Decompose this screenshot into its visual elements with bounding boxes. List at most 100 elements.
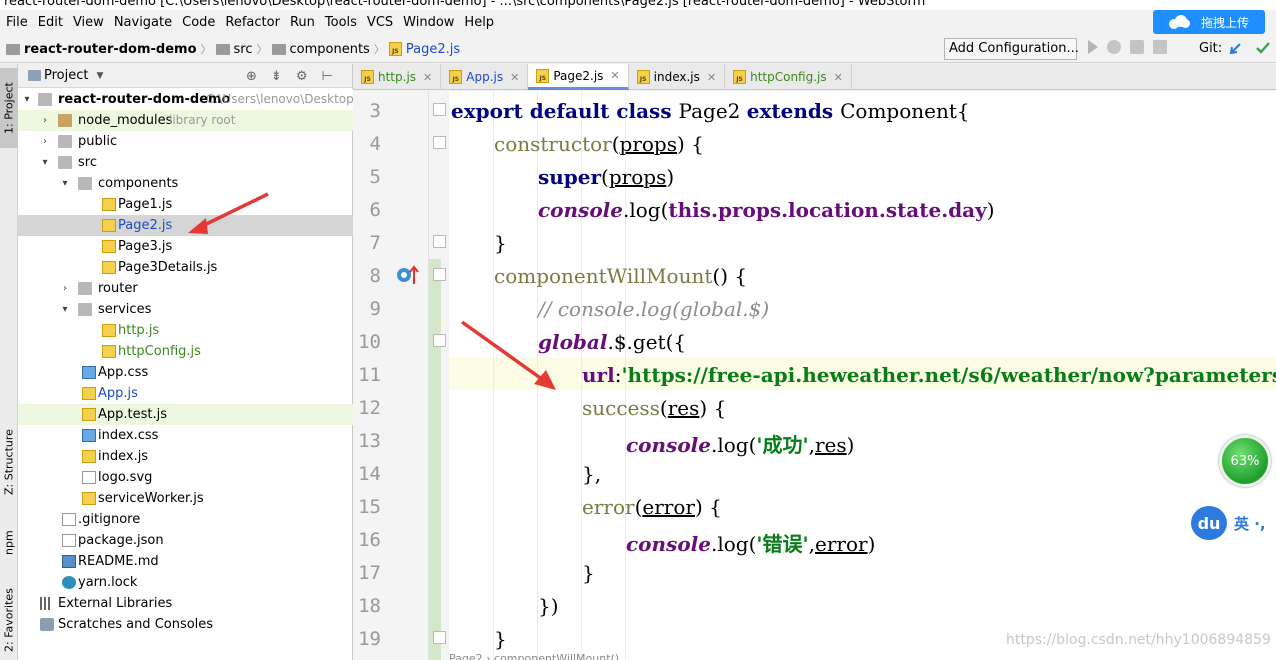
menu-edit[interactable]: Edit: [34, 10, 69, 36]
tree-item[interactable]: › public: [18, 131, 353, 152]
project-tool-tab[interactable]: 1: Project: [0, 68, 18, 148]
tree-item[interactable]: Page3Details.js: [18, 257, 353, 278]
tab-index-js[interactable]: JS index.js ✕: [629, 64, 726, 90]
fold-marker[interactable]: [433, 334, 446, 347]
collapse-all-icon[interactable]: ⇟: [271, 69, 282, 84]
menu-code[interactable]: Code: [178, 10, 221, 36]
line-number: 14: [358, 463, 381, 485]
tree-item[interactable]: App.test.js: [18, 404, 353, 425]
window-title: react-router-dom-demo [C:\Users\lenovo\D…: [4, 0, 926, 9]
run-icon[interactable]: [1088, 40, 1098, 54]
json-file-icon: [62, 534, 76, 547]
tree-root[interactable]: ▾ react-router-dom-demo C:\Users\lenovo\…: [18, 89, 354, 110]
tree-item[interactable]: › router: [18, 278, 353, 299]
menu-tools[interactable]: Tools: [321, 10, 363, 36]
baidu-ime-icon[interactable]: du: [1191, 506, 1227, 540]
gear-icon[interactable]: ⚙: [296, 69, 308, 84]
tree-item[interactable]: ▾ services: [18, 299, 353, 320]
tree-item[interactable]: › node_modules library root: [18, 110, 353, 131]
close-icon[interactable]: ✕: [423, 71, 432, 84]
expanded-arrow-icon[interactable]: ▾: [40, 152, 50, 173]
chevron-down-icon[interactable]: ▼: [96, 71, 103, 81]
debug-icon[interactable]: [1107, 40, 1121, 54]
change-marker: [429, 259, 441, 660]
structure-tool-tab[interactable]: Z: Structure: [0, 420, 18, 504]
breadcrumb-project[interactable]: react-router-dom-demo: [24, 42, 197, 57]
tree-item[interactable]: logo.svg: [18, 467, 353, 488]
folder-icon: [58, 156, 72, 169]
tree-item[interactable]: index.js: [18, 446, 353, 467]
line-number: 9: [369, 298, 381, 320]
code-line-13: console.log('成功',res): [626, 433, 855, 457]
npm-tool-tab[interactable]: npm: [0, 518, 18, 568]
tree-item[interactable]: .gitignore: [18, 509, 353, 530]
tree-item[interactable]: index.css: [18, 425, 353, 446]
tab-label: index.js: [653, 70, 700, 84]
tab-httpconfig-js[interactable]: JS httpConfig.js ✕: [725, 64, 852, 90]
tree-item[interactable]: README.md: [18, 551, 353, 572]
tree-item-label: index.css: [98, 428, 159, 443]
menu-file[interactable]: File: [2, 10, 34, 36]
tree-item[interactable]: App.js: [18, 383, 353, 404]
close-icon[interactable]: ✕: [610, 69, 619, 82]
hide-icon[interactable]: ⊢: [321, 69, 332, 84]
menu-view[interactable]: View: [69, 10, 110, 36]
fold-marker[interactable]: [433, 631, 446, 644]
menu-navigate[interactable]: Navigate: [110, 10, 178, 36]
menu-help[interactable]: Help: [460, 10, 500, 36]
expanded-arrow-icon[interactable]: ▾: [60, 299, 70, 320]
tree-item[interactable]: Scratches and Consoles: [18, 614, 353, 635]
tree-item[interactable]: httpConfig.js: [18, 341, 353, 362]
drag-upload-button[interactable]: 拖拽上传: [1153, 10, 1265, 34]
breadcrumb-src[interactable]: src: [234, 42, 253, 57]
collapsed-arrow-icon[interactable]: ›: [60, 278, 70, 299]
override-method-icon[interactable]: [396, 264, 420, 286]
expanded-arrow-icon[interactable]: ▾: [60, 173, 70, 194]
tree-item[interactable]: serviceWorker.js: [18, 488, 353, 509]
fold-marker[interactable]: [433, 136, 446, 149]
code-editor[interactable]: export default class Page2 extends Compo…: [449, 91, 1276, 660]
tree-item[interactable]: App.css: [18, 362, 353, 383]
collapsed-arrow-icon[interactable]: ›: [40, 131, 50, 152]
tree-item[interactable]: yarn.lock: [18, 572, 353, 593]
tab-http-js[interactable]: JS http.js ✕: [353, 64, 442, 90]
editor-gutter: 3 4 5 6 7 8 9 10 11 12 13 14 15 16 17 18…: [353, 91, 449, 660]
code-line-17: }: [582, 561, 595, 585]
stop-icon[interactable]: [1153, 40, 1167, 54]
tree-item-label: App.js: [98, 386, 138, 401]
breadcrumb-components[interactable]: components: [290, 42, 370, 57]
locate-icon[interactable]: ⊕: [246, 69, 257, 84]
tab-page2-js[interactable]: JS Page2.js ✕: [528, 64, 629, 90]
favorites-tool-tab[interactable]: 2: Favorites: [0, 580, 18, 660]
close-icon[interactable]: ✕: [707, 71, 716, 84]
tree-item-label: README.md: [78, 554, 159, 569]
tree-item-label: Page2.js: [118, 218, 173, 233]
tree-item-label: External Libraries: [58, 596, 173, 611]
coverage-icon[interactable]: [1130, 40, 1144, 54]
tree-item[interactable]: package.json: [18, 530, 353, 551]
close-icon[interactable]: ✕: [834, 71, 843, 84]
menu-vcs[interactable]: VCS: [363, 10, 399, 36]
fold-marker[interactable]: [433, 268, 446, 281]
css-file-icon: [82, 429, 96, 442]
project-panel-title[interactable]: Project: [44, 68, 88, 83]
folder-icon: [215, 43, 230, 55]
menu-window[interactable]: Window: [399, 10, 460, 36]
tree-item[interactable]: ▾ src: [18, 152, 353, 173]
menu-run[interactable]: Run: [286, 10, 321, 36]
collapsed-arrow-icon[interactable]: ›: [40, 110, 50, 131]
fold-marker[interactable]: [433, 103, 446, 116]
watermark: https://blog.csdn.net/hhy1006894859: [1006, 632, 1271, 648]
add-configuration-button[interactable]: Add Configuration...: [944, 38, 1079, 60]
tree-item[interactable]: http.js: [18, 320, 353, 341]
expanded-arrow-icon[interactable]: ▾: [22, 89, 32, 110]
js-file-icon: JS: [636, 70, 650, 84]
performance-gauge[interactable]: 63%: [1219, 435, 1271, 487]
tree-item[interactable]: External Libraries: [18, 593, 353, 614]
ime-language-indicator[interactable]: 英 ·,: [1234, 513, 1266, 534]
close-icon[interactable]: ✕: [510, 71, 519, 84]
tab-app-js[interactable]: JS App.js ✕: [441, 64, 529, 90]
breadcrumb-file[interactable]: Page2.js: [406, 42, 460, 57]
menu-refactor[interactable]: Refactor: [221, 10, 286, 36]
fold-marker[interactable]: [433, 235, 446, 248]
